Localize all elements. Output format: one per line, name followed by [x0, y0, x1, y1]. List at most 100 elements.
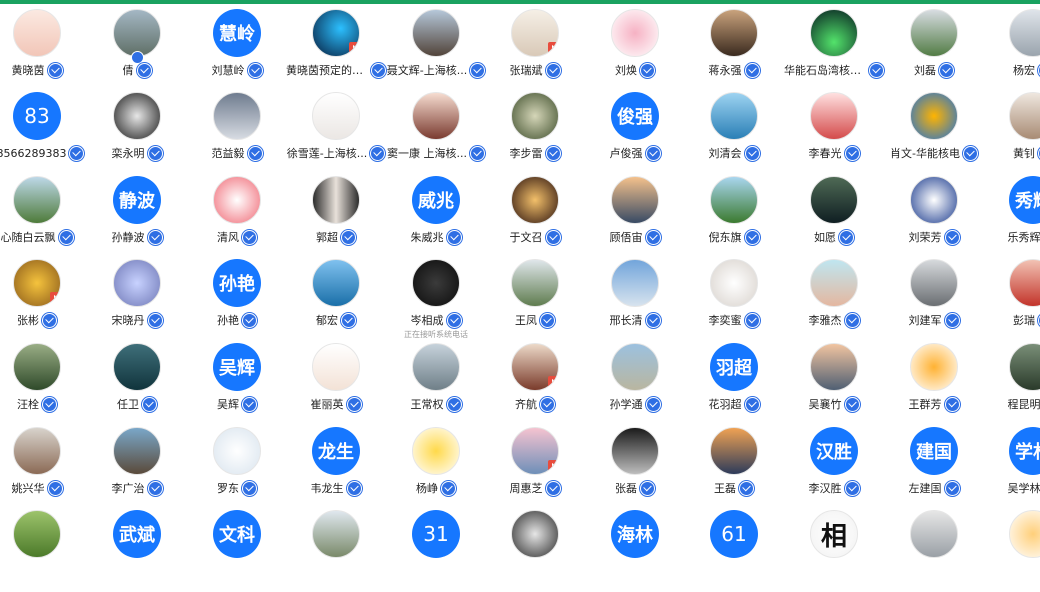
- contact-card[interactable]: 汪栓: [0, 343, 87, 425]
- contact-card[interactable]: 聂文辉-上海核...: [386, 9, 486, 91]
- avatar[interactable]: 吴辉: [213, 343, 261, 391]
- city-icon[interactable]: [611, 259, 659, 307]
- contact-card[interactable]: 周惠芝: [485, 427, 585, 509]
- city-icon[interactable]: [213, 92, 261, 140]
- factory-icon[interactable]: [910, 510, 958, 558]
- contact-card[interactable]: [983, 510, 1040, 592]
- avatar[interactable]: 61: [710, 510, 758, 558]
- avatar[interactable]: 学林: [1009, 427, 1040, 475]
- tree-icon[interactable]: [611, 343, 659, 391]
- river-icon[interactable]: [810, 176, 858, 224]
- aurora-icon[interactable]: [810, 9, 858, 57]
- sea-icon[interactable]: [710, 92, 758, 140]
- contact-card[interactable]: 栾永明: [87, 92, 187, 174]
- contact-card[interactable]: 岑相成正在接听系统电话: [386, 259, 486, 341]
- contact-card[interactable]: 学林吴学林: [983, 427, 1040, 509]
- contact-card[interactable]: 姚兴华: [0, 427, 87, 509]
- contact-card[interactable]: 刘荣芳: [884, 176, 984, 258]
- emblem-icon[interactable]: [910, 176, 958, 224]
- sunset-icon[interactable]: [611, 176, 659, 224]
- contact-card[interactable]: 文科: [187, 510, 287, 592]
- contact-card[interactable]: 王凤: [485, 259, 585, 341]
- sunset-icon[interactable]: [810, 343, 858, 391]
- contact-card[interactable]: 海林: [585, 510, 685, 592]
- contact-card[interactable]: 吴辉吴辉: [187, 343, 287, 425]
- contact-card[interactable]: 黄钊: [983, 92, 1040, 174]
- contact-card[interactable]: 刘焕: [585, 9, 685, 91]
- contact-card[interactable]: 张瑞斌: [485, 9, 585, 91]
- avatar[interactable]: 秀辉: [1009, 176, 1040, 224]
- avatar[interactable]: 建国: [910, 427, 958, 475]
- person-icon[interactable]: [1009, 92, 1040, 140]
- contact-card[interactable]: 杨峥: [386, 427, 486, 509]
- flower-icon[interactable]: [611, 9, 659, 57]
- baby-icon[interactable]: [810, 259, 858, 307]
- contact-card[interactable]: 武斌: [87, 510, 187, 592]
- bird-icon[interactable]: [511, 510, 559, 558]
- contact-card[interactable]: 范益毅: [187, 92, 287, 174]
- contact-card[interactable]: 清风: [187, 176, 287, 258]
- contact-card[interactable]: 31: [386, 510, 486, 592]
- sun-icon[interactable]: [1009, 510, 1040, 558]
- landscape-icon[interactable]: [412, 9, 460, 57]
- contact-card[interactable]: [286, 510, 386, 592]
- landscape-icon[interactable]: [511, 259, 559, 307]
- contact-card[interactable]: 如愿: [784, 176, 884, 258]
- astronaut-icon[interactable]: [113, 92, 161, 140]
- contact-card[interactable]: 心随白云飘: [0, 176, 87, 258]
- contact-card[interactable]: 孙学通: [585, 343, 685, 425]
- avatar[interactable]: 武斌: [113, 510, 161, 558]
- phone-icon[interactable]: [412, 259, 460, 307]
- contact-card[interactable]: 肖文-华能核电: [884, 92, 984, 174]
- cartoon-girl-icon[interactable]: [13, 9, 61, 57]
- flower-icon[interactable]: [511, 427, 559, 475]
- contact-card[interactable]: 龙生韦龙生: [286, 427, 386, 509]
- cartoon-icon[interactable]: [910, 92, 958, 140]
- avatar[interactable]: 慧岭: [213, 9, 261, 57]
- contact-card[interactable]: 李奕蜜: [684, 259, 784, 341]
- contact-card[interactable]: 羽超花羽超: [684, 343, 784, 425]
- contact-card[interactable]: 齐航: [485, 343, 585, 425]
- contact-card[interactable]: 徐雪莲-上海核...: [286, 92, 386, 174]
- contact-card[interactable]: 刘磊: [884, 9, 984, 91]
- meeting-icon[interactable]: [312, 9, 360, 57]
- contact-card[interactable]: 张磊: [585, 427, 685, 509]
- contact-card[interactable]: 李步雷: [485, 92, 585, 174]
- contact-card[interactable]: [485, 510, 585, 592]
- contact-card[interactable]: 8318566289383: [0, 92, 87, 174]
- contact-card[interactable]: 王常权: [386, 343, 486, 425]
- baby-icon[interactable]: [1009, 259, 1040, 307]
- avatar[interactable]: 威兆: [412, 176, 460, 224]
- contact-card[interactable]: 宋晓丹: [87, 259, 187, 341]
- contact-card[interactable]: 李广治: [87, 427, 187, 509]
- contact-card[interactable]: [884, 510, 984, 592]
- sunset-icon[interactable]: [511, 176, 559, 224]
- cat-icon[interactable]: [113, 259, 161, 307]
- avatar[interactable]: 海林: [611, 510, 659, 558]
- contact-card[interactable]: 刘建军: [884, 259, 984, 341]
- baby-icon[interactable]: [810, 92, 858, 140]
- sunset-icon[interactable]: [710, 427, 758, 475]
- contact-card[interactable]: 邢长清: [585, 259, 685, 341]
- avatar[interactable]: 静波: [113, 176, 161, 224]
- contact-card[interactable]: 秀辉乐秀辉: [983, 176, 1040, 258]
- calligraphy-icon[interactable]: [611, 427, 659, 475]
- contact-card[interactable]: 蒋永强: [684, 9, 784, 91]
- cartoon-girl-icon[interactable]: [312, 343, 360, 391]
- contact-card[interactable]: 静波孙静波: [87, 176, 187, 258]
- contact-card[interactable]: 倪东旗: [684, 176, 784, 258]
- monument-icon[interactable]: [910, 259, 958, 307]
- wheat-icon[interactable]: [13, 510, 61, 558]
- tree-icon[interactable]: [13, 343, 61, 391]
- flower-icon[interactable]: [213, 176, 261, 224]
- contact-card[interactable]: 俊强卢俊强: [585, 92, 685, 174]
- contact-card[interactable]: 倩: [87, 9, 187, 91]
- contact-card[interactable]: 于文召: [485, 176, 585, 258]
- cartoon-icon[interactable]: [511, 9, 559, 57]
- contact-card[interactable]: 李雅杰: [784, 259, 884, 341]
- calligraphy-icon[interactable]: 相: [810, 510, 858, 558]
- contact-card[interactable]: 张彬: [0, 259, 87, 341]
- contact-card[interactable]: 罗东: [187, 427, 287, 509]
- pumpkin-icon[interactable]: [910, 343, 958, 391]
- avatar[interactable]: 龙生: [312, 427, 360, 475]
